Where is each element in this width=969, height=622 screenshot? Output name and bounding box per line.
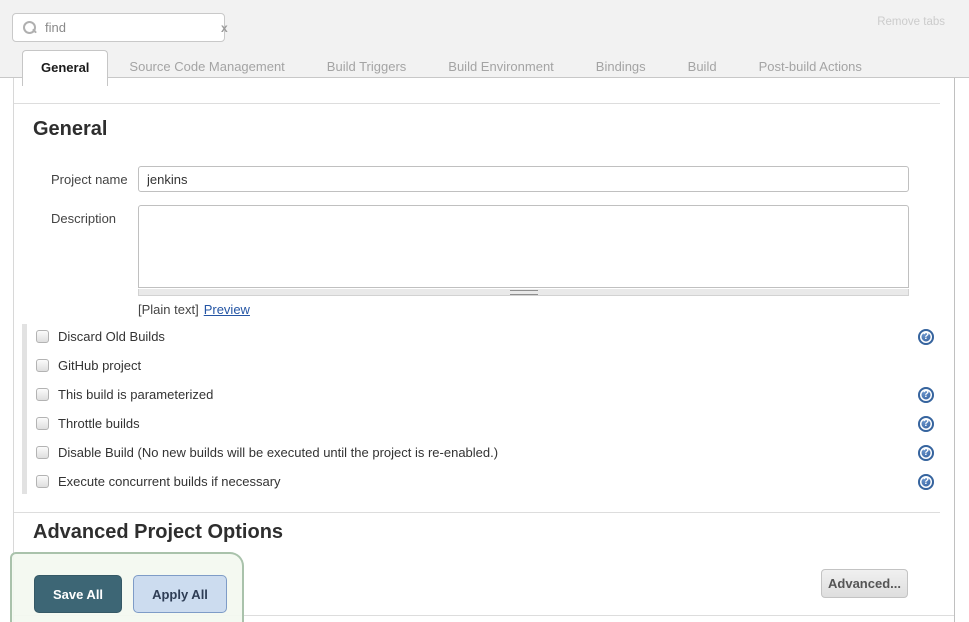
option-checkbox[interactable] <box>36 446 49 459</box>
tab-source-code-management[interactable]: Source Code Management <box>108 50 305 86</box>
advanced-section-heading: Advanced Project Options <box>33 522 954 542</box>
divider <box>14 103 940 104</box>
option-label: Throttle builds <box>58 416 140 431</box>
question-icon[interactable]: ? <box>918 329 934 345</box>
option-checkbox[interactable] <box>36 417 49 430</box>
textarea-resize-handle[interactable] <box>138 289 909 296</box>
remove-tabs-link[interactable]: Remove tabs <box>877 16 945 28</box>
general-section-heading: General <box>33 119 954 139</box>
question-icon[interactable]: ? <box>918 474 934 490</box>
config-topbar: x Remove tabs GeneralSource Code Managem… <box>0 0 969 78</box>
preview-link[interactable]: Preview <box>204 302 250 317</box>
tab-build-environment[interactable]: Build Environment <box>427 50 575 86</box>
option-row: Discard Old Builds ? <box>36 322 954 351</box>
description-label: Description <box>51 205 138 226</box>
save-all-button[interactable]: Save All <box>34 575 122 613</box>
tab-build[interactable]: Build <box>667 50 738 86</box>
advanced-button[interactable]: Advanced... <box>821 569 908 598</box>
option-row: GitHub project <box>36 351 954 380</box>
project-name-row: Project name <box>14 166 954 192</box>
option-row: Execute concurrent builds if necessary ? <box>36 467 954 496</box>
option-row: Throttle builds ? <box>36 409 954 438</box>
save-actions-panel: Save All Apply All <box>10 552 244 622</box>
project-name-field[interactable] <box>138 166 909 192</box>
clear-icon[interactable]: x <box>221 21 228 35</box>
project-name-label: Project name <box>51 166 138 187</box>
option-checkbox[interactable] <box>36 388 49 401</box>
question-icon[interactable]: ? <box>918 416 934 432</box>
tab-bindings[interactable]: Bindings <box>575 50 667 86</box>
search-box[interactable]: x <box>12 13 225 42</box>
plain-text-label: [Plain text] <box>138 302 199 317</box>
option-label: Disable Build (No new builds will be exe… <box>58 445 498 460</box>
option-checkbox[interactable] <box>36 330 49 343</box>
description-footer: [Plain text] Preview <box>138 302 954 317</box>
option-label: Discard Old Builds <box>58 329 165 344</box>
config-content-panel: General Project name Description [Plain … <box>13 78 955 622</box>
question-icon[interactable]: ? <box>918 445 934 461</box>
general-options-section: Discard Old Builds ? GitHub project This… <box>14 322 954 496</box>
option-label: This build is parameterized <box>58 387 213 402</box>
tab-build-triggers[interactable]: Build Triggers <box>306 50 427 86</box>
option-checkbox[interactable] <box>36 359 49 372</box>
description-row: Description <box>14 205 954 288</box>
option-label: Execute concurrent builds if necessary <box>58 474 281 489</box>
magnifier-icon <box>23 21 36 34</box>
option-checkbox[interactable] <box>36 475 49 488</box>
option-label: GitHub project <box>58 358 141 373</box>
option-row: Disable Build (No new builds will be exe… <box>36 438 954 467</box>
tab-post-build-actions[interactable]: Post-build Actions <box>738 50 883 86</box>
divider <box>14 512 940 513</box>
tab-general[interactable]: General <box>22 50 108 86</box>
apply-all-button[interactable]: Apply All <box>133 575 227 613</box>
question-icon[interactable]: ? <box>918 387 934 403</box>
option-row: This build is parameterized ? <box>36 380 954 409</box>
search-input[interactable] <box>45 20 221 35</box>
tab-bar: GeneralSource Code ManagementBuild Trigg… <box>22 50 883 86</box>
description-field[interactable] <box>138 205 909 288</box>
